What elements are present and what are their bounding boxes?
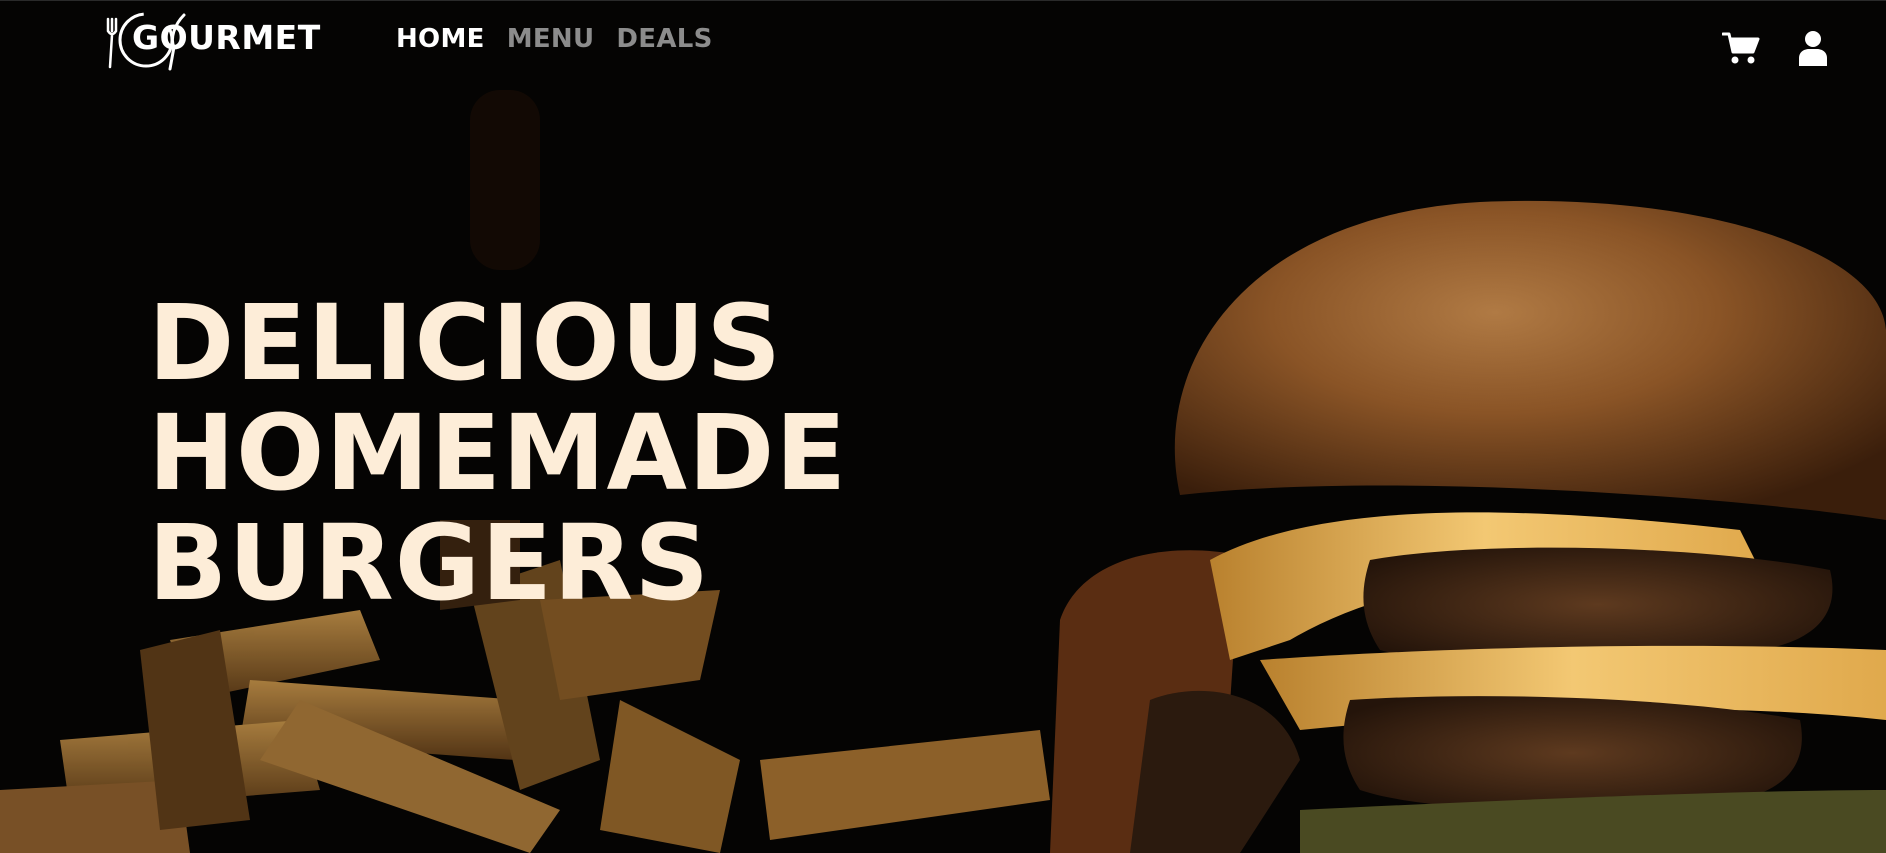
headline-line-1: DELICIOUS [148,282,783,404]
brand-logo[interactable]: GOURMET [100,7,340,71]
main-nav: HOME MENU DEALS [396,26,713,52]
cart-button[interactable] [1721,31,1760,69]
nav-item-menu[interactable]: MENU [507,26,595,52]
user-account-button[interactable] [1798,30,1828,70]
headline-line-3: BURGERS [148,502,711,624]
headline-line-2: HOMEMADE [148,392,848,514]
hero-headline: DELICIOUS HOMEMADE BURGERS [148,288,847,618]
nav-item-home[interactable]: HOME [396,26,485,52]
brand-name: GOURMET [132,18,321,57]
nav-item-deals[interactable]: DEALS [616,26,712,52]
user-icon [1799,31,1827,66]
shopping-cart-icon [1721,32,1760,64]
navbar: GOURMET HOME MENU DEALS [0,0,1886,85]
